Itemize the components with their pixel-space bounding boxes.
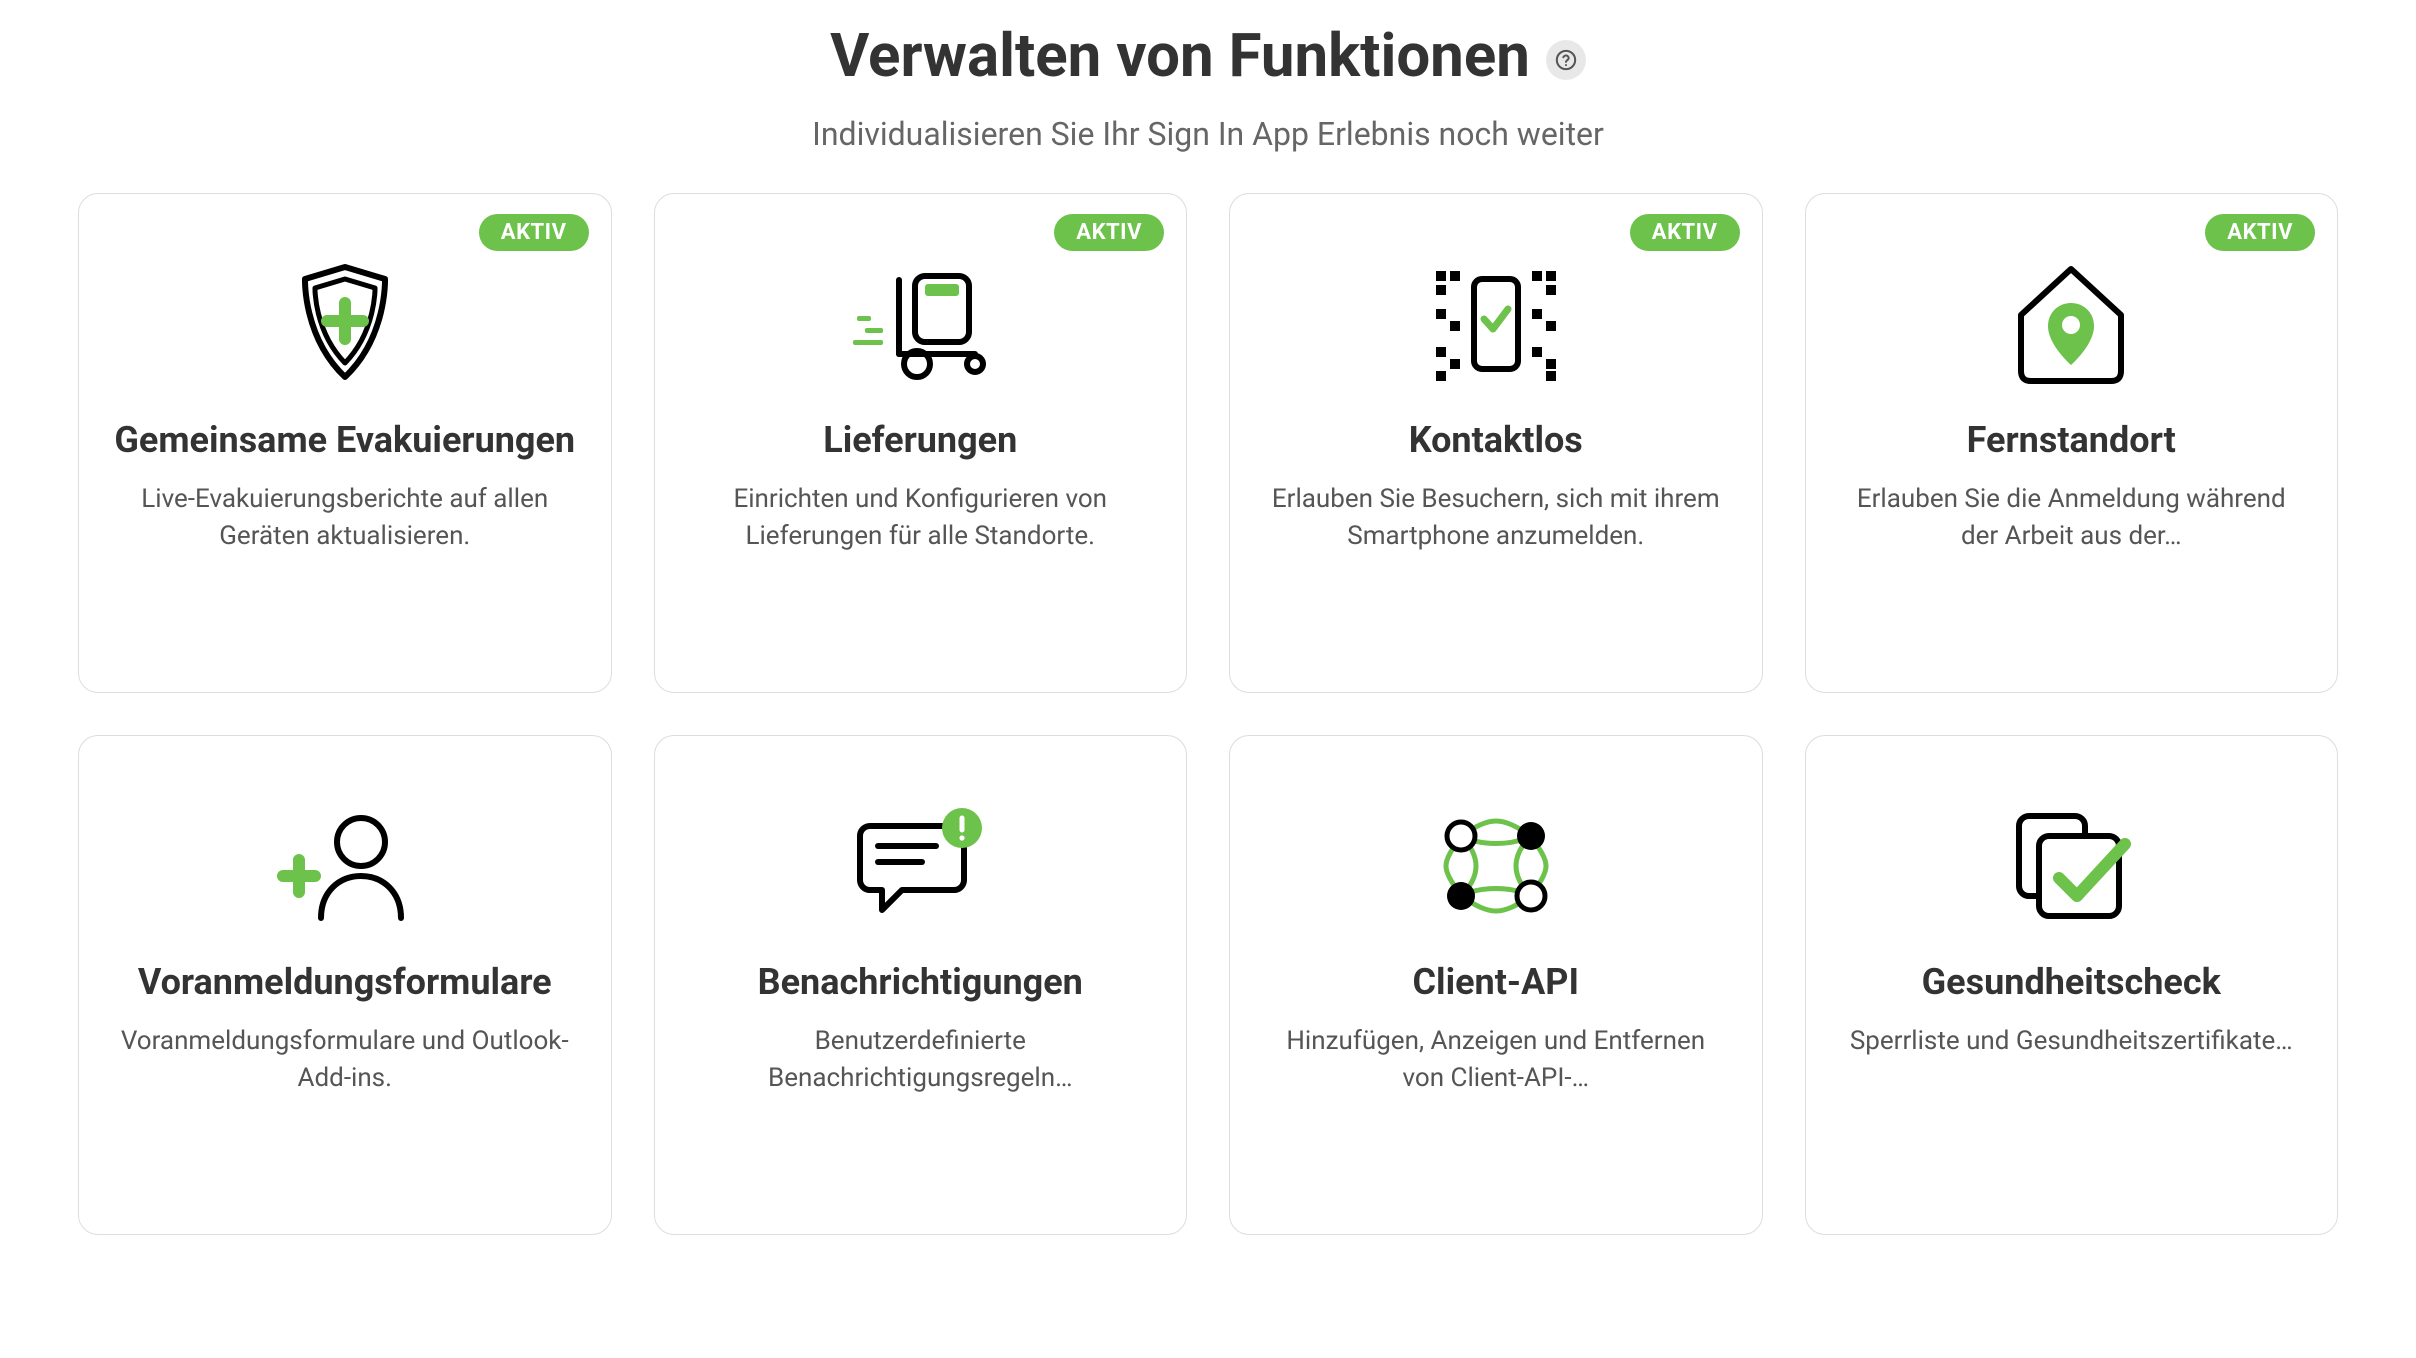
card-title: Fernstandort (1967, 420, 2176, 461)
shield-plus-icon (290, 244, 400, 404)
title-row: Verwalten von Funktionen (60, 20, 2356, 91)
card-title: Lieferungen (823, 420, 1017, 461)
page-header: Verwalten von Funktionen Individualisier… (60, 20, 2356, 153)
help-icon[interactable] (1546, 40, 1586, 80)
active-badge: AKTIV (2205, 214, 2315, 251)
card-title: Benachrichtigungen (758, 962, 1083, 1003)
card-title: Gemeinsame Evakuierungen (114, 420, 575, 461)
hand-truck-icon (845, 244, 995, 404)
card-description: Hinzufügen, Anzeigen und Entfernen von C… (1258, 1023, 1734, 1096)
features-grid: AKTIV Gemeinsame Evakuierungen Live-Evak… (78, 193, 2338, 1235)
feature-card-notifications[interactable]: Benachrichtigungen Benutzerdefinierte Be… (654, 735, 1188, 1235)
feature-card-prereg-forms[interactable]: Voranmeldungsformulare Voranmeldungsform… (78, 735, 612, 1235)
card-title: Kontaktlos (1409, 420, 1583, 461)
card-description: Sperrliste und Gesundheitszertifikate… (1842, 1023, 2301, 1059)
chat-alert-icon (850, 786, 990, 946)
card-description: Benutzerdefinierte Benachrichtigungsrege… (683, 1023, 1159, 1096)
house-pin-icon (2006, 244, 2136, 404)
feature-card-evacuations[interactable]: AKTIV Gemeinsame Evakuierungen Live-Evak… (78, 193, 612, 693)
active-badge: AKTIV (1054, 214, 1164, 251)
active-badge: AKTIV (479, 214, 589, 251)
page-title: Verwalten von Funktionen (830, 20, 1530, 91)
card-description: Live-Evakuierungsberichte auf allen Gerä… (107, 481, 583, 554)
feature-card-remote-site[interactable]: AKTIV Fernstandort Erlauben Sie die Anme… (1805, 193, 2339, 693)
user-plus-icon (275, 786, 415, 946)
api-network-icon (1431, 786, 1561, 946)
qr-phone-icon (1426, 244, 1566, 404)
page-subtitle: Individualisieren Sie Ihr Sign In App Er… (60, 115, 2356, 153)
card-title: Voranmeldungsformulare (138, 962, 552, 1003)
card-title: Gesundheitscheck (1922, 962, 2221, 1003)
card-title: Client-API (1412, 962, 1579, 1003)
card-description: Erlauben Sie die Anmeldung während der A… (1834, 481, 2310, 554)
clipboard-check-icon (2001, 786, 2141, 946)
card-description: Einrichten und Konfigurieren von Lieferu… (683, 481, 1159, 554)
feature-card-contactless[interactable]: AKTIV Kontaktlos Erlau (1229, 193, 1763, 693)
feature-card-deliveries[interactable]: AKTIV Lieferungen Einrichten und Konfigu… (654, 193, 1188, 693)
active-badge: AKTIV (1630, 214, 1740, 251)
feature-card-client-api[interactable]: Client-API Hinzufügen, Anzeigen und Entf… (1229, 735, 1763, 1235)
card-description: Erlauben Sie Besuchern, sich mit ihrem S… (1258, 481, 1734, 554)
feature-card-health-check[interactable]: Gesundheitscheck Sperrliste und Gesundhe… (1805, 735, 2339, 1235)
card-description: Voranmeldungsformulare und Outlook-Add-i… (107, 1023, 583, 1096)
